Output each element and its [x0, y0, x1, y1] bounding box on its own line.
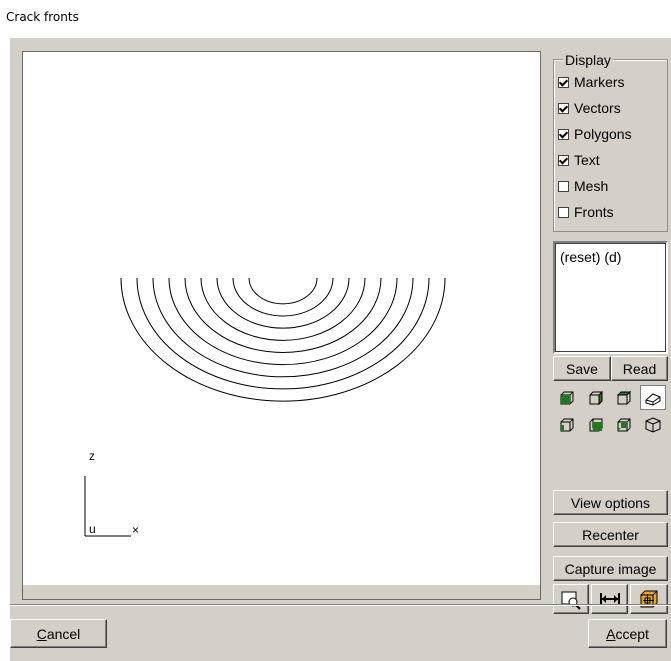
read-button[interactable]: Read [611, 356, 668, 381]
mesh-label: Mesh [574, 178, 609, 194]
view-back-icon[interactable] [554, 412, 580, 437]
mesh-checkbox[interactable]: Mesh [558, 177, 608, 195]
crack-front-arc [152, 277, 414, 378]
crack-front-arc [184, 277, 382, 353]
bounding-box-icon [640, 590, 658, 608]
crack-front-arc [232, 277, 334, 317]
graphics-viewport[interactable]: z u × [22, 51, 541, 600]
text-label: Text [574, 152, 600, 168]
text-check[interactable] [558, 154, 569, 166]
mesh-check[interactable] [558, 180, 569, 192]
markers-checkbox[interactable]: Markers [558, 73, 625, 91]
title-bar: Crack fronts [0, 0, 671, 38]
list-item[interactable]: (reset) (d) [560, 249, 621, 265]
triad-x-label: × [132, 523, 139, 537]
bounding-box-button[interactable] [630, 584, 668, 614]
crack-front-plot: z u × [84, 277, 446, 537]
display-group-title: Display [563, 52, 613, 68]
cancel-label: ancel [46, 625, 81, 642]
display-group: Display Markers Vectors Polygons Text Me… [553, 52, 668, 232]
view-iso-active-icon[interactable] [640, 385, 666, 410]
zoom-button[interactable] [553, 584, 589, 614]
crack-front-arc [200, 277, 366, 341]
view-right-icon[interactable] [583, 412, 609, 437]
axis-triad: z u × [84, 449, 139, 537]
dialog-body: z u × Display Markers Vectors Polygons T… [10, 38, 671, 661]
crack-front-arc [120, 277, 446, 402]
fronts-label: Fronts [574, 204, 614, 220]
polygons-label: Polygons [574, 126, 632, 142]
view-left-icon[interactable] [583, 385, 609, 410]
view-icons-grid [553, 384, 668, 440]
view-bottom-icon[interactable] [611, 412, 637, 437]
accept-button[interactable]: Accept [588, 619, 667, 648]
zoom-icon [561, 591, 581, 610]
cancel-button[interactable]: Cancel [10, 619, 107, 648]
crack-front-arc [248, 277, 318, 305]
markers-label: Markers [574, 74, 625, 90]
crack-front-arc [216, 277, 350, 329]
triad-u-label: u [89, 522, 96, 536]
view-top-icon[interactable] [611, 385, 637, 410]
fit-width-button[interactable] [591, 584, 628, 614]
polygons-check[interactable] [558, 128, 569, 140]
triad-z-label: z [89, 449, 95, 463]
footer-separator [10, 604, 671, 606]
view-iso-icon[interactable] [640, 412, 666, 437]
vectors-label: Vectors [574, 100, 621, 116]
capture-image-button[interactable]: Capture image [553, 556, 668, 581]
fronts-checkbox[interactable]: Fronts [558, 203, 614, 221]
saved-views-list[interactable]: (reset) (d) [553, 241, 668, 354]
crack-front-arc [136, 277, 430, 390]
crack-front-arcs [120, 277, 446, 402]
side-panel: Display Markers Vectors Polygons Text Me… [547, 51, 671, 614]
view-options-button[interactable]: View options [553, 490, 668, 515]
markers-check[interactable] [558, 76, 569, 88]
cancel-mnemonic: C [36, 625, 47, 642]
text-checkbox[interactable]: Text [558, 151, 600, 169]
fronts-check[interactable] [558, 206, 569, 218]
recenter-button[interactable]: Recenter [553, 522, 668, 547]
view-front-icon[interactable] [554, 385, 580, 410]
accept-mnemonic: A [606, 625, 616, 642]
accept-label: ccept [615, 625, 649, 642]
save-button[interactable]: Save [553, 356, 611, 381]
polygons-checkbox[interactable]: Polygons [558, 125, 632, 143]
vectors-check[interactable] [558, 102, 569, 114]
vectors-checkbox[interactable]: Vectors [558, 99, 621, 117]
viewport-status-strip [23, 585, 540, 599]
window-title: Crack fronts [6, 10, 79, 24]
